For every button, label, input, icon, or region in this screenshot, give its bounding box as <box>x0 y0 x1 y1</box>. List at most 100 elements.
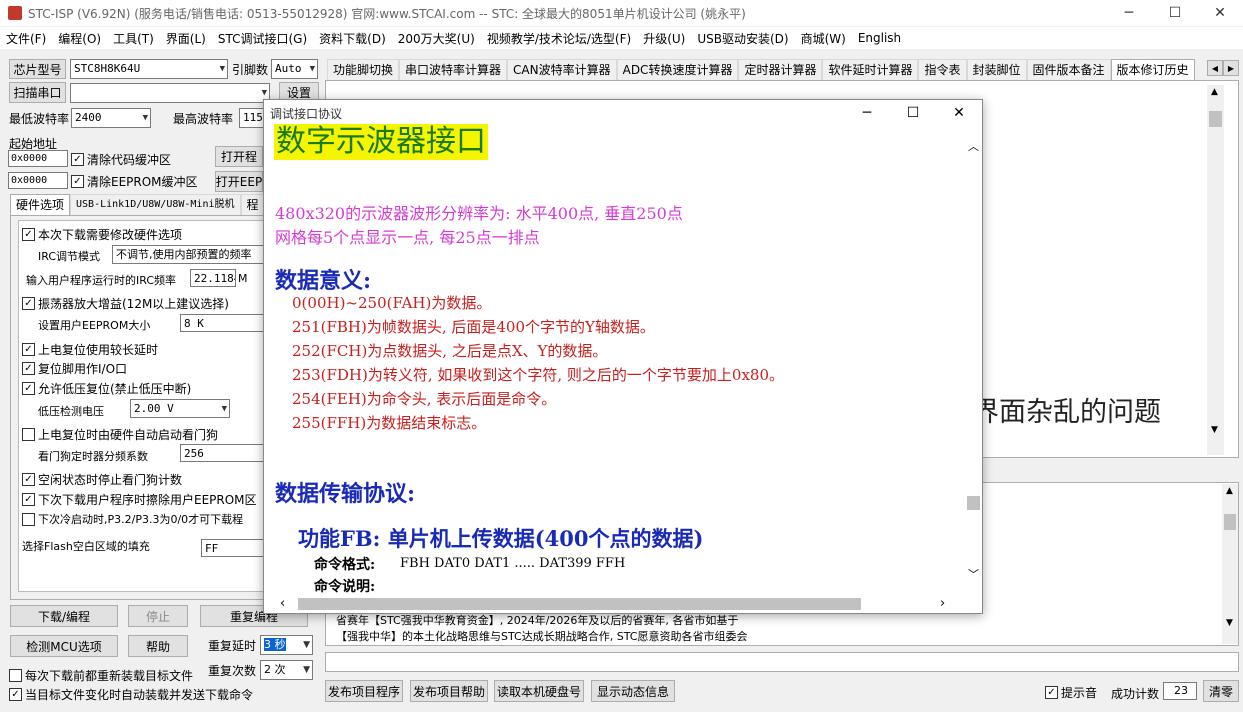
irc-mode-select[interactable]: 不调节,使用内部预置的频率 <box>112 245 264 264</box>
tab-firmware-notes[interactable]: 固件版本备注 <box>1026 59 1111 81</box>
publish-help-button[interactable]: 发布项目帮助 <box>410 680 488 702</box>
dialog-vscrollbar[interactable]: ︿ ﹀ <box>965 136 982 596</box>
dialog-title: 调试接口协议 <box>270 107 343 121</box>
modify-hw-checkbox[interactable]: ✓ 本次下载需要修改硬件选项 <box>22 226 182 243</box>
flash-fill-select[interactable]: FF <box>201 539 264 557</box>
menu-upgrade[interactable]: 升级(U) <box>637 30 691 47</box>
open-program-button[interactable]: 打开程 <box>215 146 263 167</box>
tab-adc-speed[interactable]: ADC转换速度计算器 <box>616 59 739 81</box>
long-delay-checkbox[interactable]: ✓ 上电复位使用较长延时 <box>22 341 158 358</box>
eeprom-addr-input[interactable]: 0x0000 <box>8 172 68 189</box>
irc-freq-label: 输入用户程序运行时的IRC频率 <box>26 274 177 287</box>
min-baud-select[interactable]: 2400 ▼ <box>71 108 151 128</box>
tab-hardware[interactable]: 硬件选项 <box>10 194 71 216</box>
eeprom-size-value: 8 K <box>184 317 204 330</box>
menu-tools[interactable]: 工具(T) <box>107 30 160 47</box>
stop-button[interactable]: 停止 <box>128 605 188 627</box>
tab-revision-history[interactable]: 版本修订历史 <box>1110 59 1195 81</box>
pin-count-select[interactable]: Auto ▼ <box>271 59 318 79</box>
flash-fill-label: 选择Flash空白区域的填充 <box>22 540 150 553</box>
chip-type-select[interactable]: STC8H8K64U ▼ <box>70 59 228 79</box>
idle-wdt-checkbox[interactable]: ✓ 空闲状态时停止看门狗计数 <box>22 471 182 488</box>
show-dynamic-button[interactable]: 显示动态信息 <box>591 680 675 702</box>
wdt-div-select[interactable]: 256 <box>180 444 264 462</box>
scroll-thumb[interactable] <box>298 598 861 610</box>
min-baud-value: 2400 <box>75 111 102 124</box>
chevron-right-icon: › <box>940 596 946 611</box>
irc-freq-input[interactable]: 22.1184 <box>190 269 236 287</box>
reload-each-checkbox[interactable]: 每次下载前都重新装载目标文件 <box>9 667 193 684</box>
eeprom-size-select[interactable]: 8 K <box>180 314 264 332</box>
menu-store[interactable]: 商城(W) <box>795 30 852 47</box>
help-button[interactable]: 帮助 <box>128 635 188 657</box>
dialog-hscrollbar[interactable]: ‹ › <box>274 596 964 613</box>
meaning-item: 253(FDH)为转义符, 如果收到这个字符, 则之后的一个字节要加上0x80。 <box>292 366 785 384</box>
tab-instruction-table[interactable]: 指令表 <box>918 59 967 81</box>
tab-scroll-right-button[interactable]: ▶ <box>1223 60 1239 76</box>
tab-delay-calc[interactable]: 软件延时计算器 <box>822 59 919 81</box>
scroll-thumb[interactable] <box>967 496 980 510</box>
detect-mcu-button[interactable]: 检测MCU选项 <box>10 635 118 657</box>
beep-checkbox[interactable]: ✓ 提示音 <box>1045 684 1097 701</box>
osc-gain-checkbox[interactable]: ✓ 振荡器放大增益(12M以上建议选择) <box>22 295 229 312</box>
chip-type-value: STC8H8K64U <box>74 62 141 75</box>
maximize-button[interactable]: ☐ <box>1152 0 1198 26</box>
scroll-thumb[interactable] <box>1209 111 1222 127</box>
code-addr-input[interactable]: 0x0000 <box>8 150 68 167</box>
status-input[interactable] <box>325 652 1239 672</box>
pin-count-label: 引脚数 <box>232 63 269 77</box>
cmd-desc-label: 命令说明: <box>314 579 376 595</box>
menu-usb-driver[interactable]: USB驱动安装(D) <box>691 30 794 47</box>
max-baud-label: 最高波特率 <box>173 112 234 126</box>
erase-eeprom-checkbox[interactable]: ✓ 下次下载用户程序时擦除用户EEPROM区 <box>22 491 257 508</box>
irc-mode-label: IRC调节模式 <box>38 250 101 263</box>
unchecked-box-icon <box>22 512 35 526</box>
wdt-auto-checkbox[interactable]: 上电复位时由硬件自动启动看门狗 <box>22 426 218 443</box>
p32-download-checkbox[interactable]: 下次冷启动时,P3.2/P3.3为0/0才可下载程 <box>22 511 243 527</box>
auto-reload-checkbox[interactable]: ✓ 当目标文件变化时自动装载并发送下载命令 <box>9 686 253 703</box>
publish-program-button[interactable]: 发布项目程序 <box>325 680 403 702</box>
menu-english[interactable]: English <box>852 31 907 45</box>
menu-debug[interactable]: STC调试接口(G) <box>212 30 313 47</box>
chevron-down-icon: ▼ <box>309 64 315 74</box>
chevron-down-icon: ▼ <box>303 665 310 675</box>
history-scrollbar[interactable]: ▲ ▼ <box>1207 85 1224 455</box>
minimize-button[interactable]: ─ <box>1106 0 1152 26</box>
chevron-down-icon: ▼ <box>219 64 225 74</box>
menu-interface[interactable]: 界面(L) <box>160 30 212 47</box>
tab-more[interactable]: 程 <box>240 194 265 216</box>
tab-timer-calc[interactable]: 定时器计算器 <box>738 59 823 81</box>
dialog-content: 数字示波器接口 480x320的示波器波形分辨率为: 水平400点, 垂直250… <box>272 122 962 596</box>
port-select[interactable]: ▼ <box>70 83 270 103</box>
menu-prize[interactable]: 200万大奖(U) <box>392 30 481 47</box>
close-button[interactable]: ✕ <box>1197 0 1243 26</box>
lvr-checkbox[interactable]: ✓ 允许低压复位(禁止低压中断) <box>22 380 191 397</box>
clear-eeprom-checkbox[interactable]: ✓ 清除EEPROM缓冲区 <box>71 173 198 190</box>
menu-video[interactable]: 视频教学/技术论坛/选型(F) <box>481 30 637 47</box>
scroll-thumb[interactable] <box>1224 514 1236 530</box>
tab-package-pins[interactable]: 封装脚位 <box>966 59 1027 81</box>
check-icon: ✓ <box>22 297 35 310</box>
read-disk-button[interactable]: 读取本机硬盘号 <box>494 680 584 702</box>
repeat-count-select[interactable]: 2 次 ▼ <box>260 660 313 680</box>
menu-file[interactable]: 文件(F) <box>0 30 52 47</box>
tab-scroll-left-button[interactable]: ◀ <box>1207 60 1223 76</box>
open-eeprom-button[interactable]: 打开EEP <box>215 171 263 192</box>
lvd-select[interactable]: 2.00 V ▼ <box>130 399 230 418</box>
wdt-div-label: 看门狗定时器分频系数 <box>38 450 148 463</box>
menu-program[interactable]: 编程(O) <box>52 30 107 47</box>
tab-pin-switch[interactable]: 功能脚切换 <box>327 59 400 81</box>
clear-code-checkbox[interactable]: ✓ 清除代码缓冲区 <box>71 151 171 168</box>
reset-io-checkbox[interactable]: ✓ 复位脚用作I/O口 <box>22 360 127 377</box>
repeat-delay-select[interactable]: 3 秒 ▼ <box>260 635 313 655</box>
tab-usb-link[interactable]: USB-Link1D/U8W/U8W-Mini脱机 <box>70 194 241 216</box>
menu-download[interactable]: 资料下载(D) <box>313 30 392 47</box>
tab-uart-baud[interactable]: 串口波特率计算器 <box>399 59 508 81</box>
tab-can-baud[interactable]: CAN波特率计算器 <box>507 59 617 81</box>
clear-count-button[interactable]: 清零 <box>1203 680 1239 702</box>
max-baud-select[interactable]: 1152 <box>239 108 265 128</box>
log-scrollbar[interactable]: ▲ ▼ <box>1222 484 1238 644</box>
check-icon: ✓ <box>22 228 35 241</box>
download-program-button[interactable]: 下载/编程 <box>10 605 118 627</box>
scan-port-button[interactable]: 扫描串口 <box>9 82 66 103</box>
